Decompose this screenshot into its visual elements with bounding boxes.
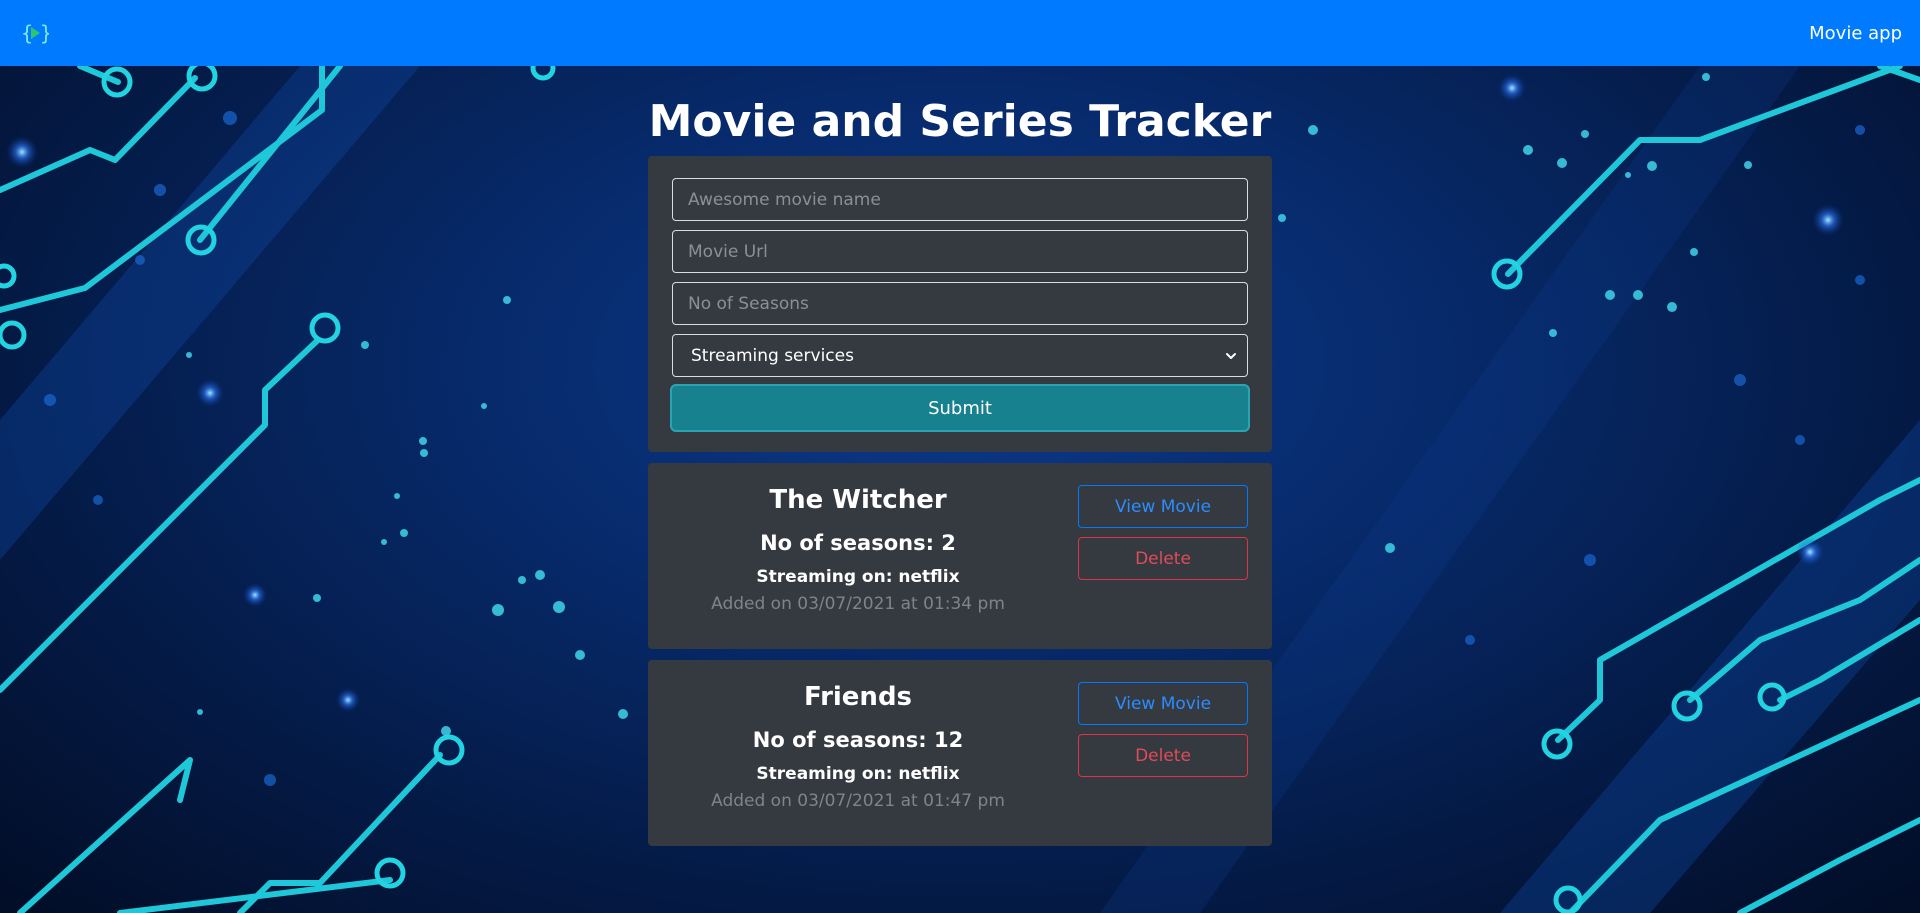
movie-card: Friends No of seasons: 12 Streaming on: … xyxy=(648,660,1272,846)
movie-streaming: Streaming on: netflix xyxy=(756,764,960,784)
movie-seasons: No of seasons: 12 xyxy=(752,728,964,752)
view-movie-button[interactable]: View Movie xyxy=(1078,485,1248,528)
movie-card-info: The Witcher No of seasons: 2 Streaming o… xyxy=(648,463,1068,649)
chevron-down-icon xyxy=(1226,353,1236,359)
seasons-input[interactable] xyxy=(672,282,1248,325)
movie-added-date: Added on 03/07/2021 at 01:47 pm xyxy=(711,791,1005,811)
movie-name-input[interactable] xyxy=(672,178,1248,221)
movie-title: Friends xyxy=(803,682,913,712)
page-title: Movie and Series Tracker xyxy=(648,96,1272,147)
movie-added-date: Added on 03/07/2021 at 01:34 pm xyxy=(711,594,1005,614)
movie-url-input[interactable] xyxy=(672,230,1248,273)
delete-button[interactable]: Delete xyxy=(1078,734,1248,777)
add-movie-form: Streaming services Submit xyxy=(648,156,1272,452)
movie-title: The Witcher xyxy=(769,485,947,515)
streaming-select-value: Streaming services xyxy=(672,334,1248,377)
movie-card: The Witcher No of seasons: 2 Streaming o… xyxy=(648,463,1272,649)
delete-button[interactable]: Delete xyxy=(1078,537,1248,580)
brackets-play-icon[interactable]: { } xyxy=(20,18,50,48)
nav-title-link[interactable]: Movie app xyxy=(1809,23,1902,44)
movie-streaming: Streaming on: netflix xyxy=(756,567,960,587)
submit-button[interactable]: Submit xyxy=(670,384,1250,432)
streaming-services-select[interactable]: Streaming services xyxy=(672,334,1248,377)
svg-text:}: } xyxy=(40,21,49,45)
navbar: { } Movie app xyxy=(0,0,1920,66)
movie-card-info: Friends No of seasons: 12 Streaming on: … xyxy=(648,660,1068,846)
view-movie-button[interactable]: View Movie xyxy=(1078,682,1248,725)
movie-seasons: No of seasons: 2 xyxy=(760,531,956,555)
